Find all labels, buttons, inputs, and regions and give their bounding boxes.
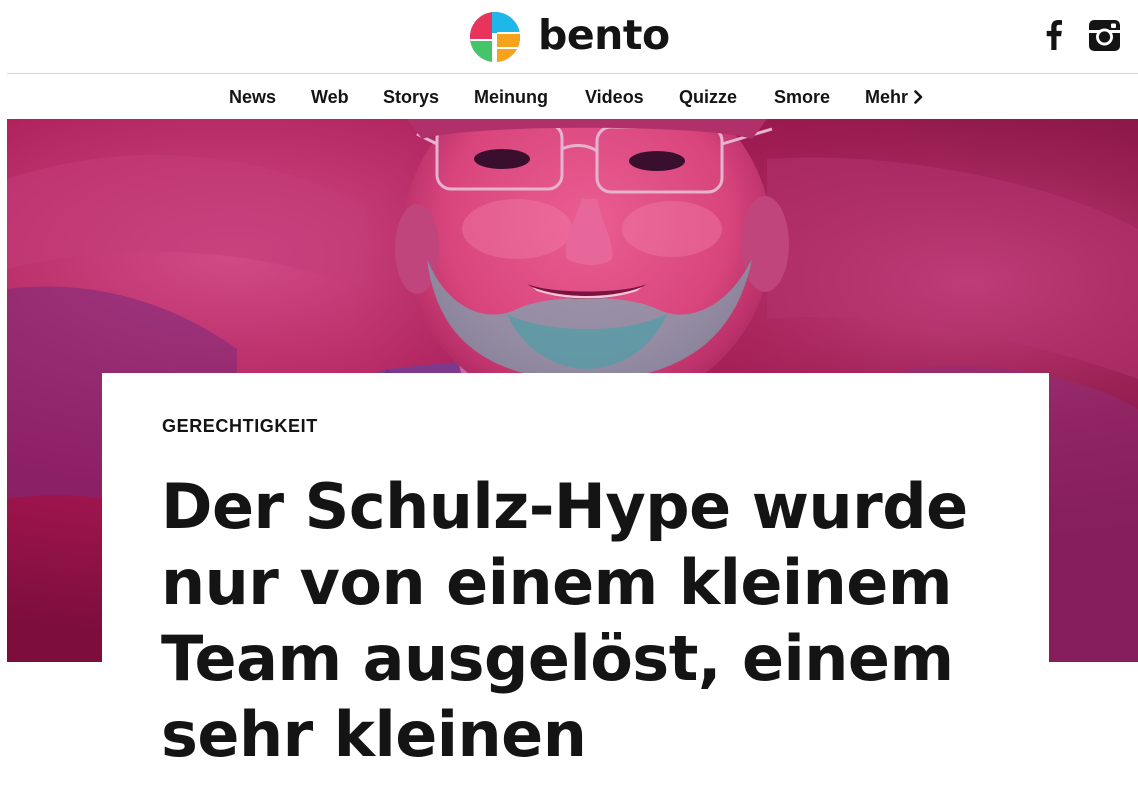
main-nav: News Web Storys Meinung Videos Quizze Sm… bbox=[0, 74, 1138, 119]
article-card[interactable]: GERECHTIGKEIT Der Schulz-Hype wurde nur … bbox=[102, 373, 1049, 788]
instagram-link[interactable] bbox=[1088, 19, 1120, 51]
nav-item-mehr-label: Mehr bbox=[865, 87, 909, 107]
facebook-link[interactable] bbox=[1041, 19, 1067, 51]
bento-logo-icon bbox=[470, 12, 520, 62]
brand-name: bento bbox=[538, 10, 670, 59]
nav-item-web[interactable]: Web bbox=[311, 84, 349, 110]
article-headline[interactable]: Der Schulz-Hype wurde nur von einem klei… bbox=[161, 469, 981, 773]
bento-logo-link[interactable]: bento bbox=[470, 11, 670, 63]
facebook-icon bbox=[1046, 20, 1062, 50]
nav-item-videos[interactable]: Videos bbox=[585, 84, 644, 110]
site-header: bento bbox=[0, 0, 1138, 74]
nav-item-mehr[interactable]: Mehr bbox=[865, 84, 923, 110]
nav-item-news[interactable]: News bbox=[229, 84, 276, 110]
chevron-right-icon bbox=[914, 90, 923, 104]
nav-item-meinung[interactable]: Meinung bbox=[474, 84, 548, 110]
article-kicker[interactable]: GERECHTIGKEIT bbox=[162, 416, 318, 437]
nav-item-storys[interactable]: Storys bbox=[383, 84, 439, 110]
nav-item-quizze[interactable]: Quizze bbox=[679, 84, 737, 110]
instagram-icon bbox=[1088, 19, 1120, 51]
nav-item-smore[interactable]: Smore bbox=[774, 84, 830, 110]
